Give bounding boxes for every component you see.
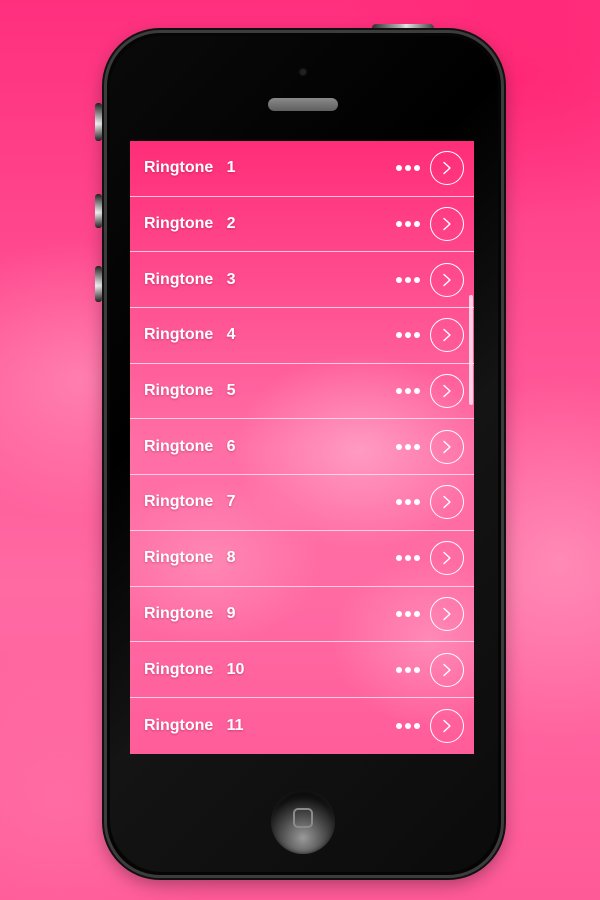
phone-screen: Ringtone 1 Ringtone 2 Ringtone 3 Rington… [130,141,474,754]
dot [396,443,402,450]
dot [396,276,402,283]
more-horizontal-icon[interactable] [396,221,420,228]
ringtone-title: Ringtone 2 [144,215,236,233]
scrollbar[interactable] [469,295,473,405]
more-horizontal-icon[interactable] [396,722,420,729]
dot [405,332,411,339]
ringtone-title: Ringtone 3 [144,270,236,288]
open-ringtone-button[interactable] [430,374,464,409]
chevron-right-icon [443,719,451,732]
open-ringtone-button[interactable] [430,429,464,464]
ringtone-title: Ringtone 1 [144,159,236,177]
dot [396,165,402,172]
dot [396,555,402,562]
dot [414,610,420,617]
ringtone-row-7[interactable]: Ringtone 7 [130,475,474,531]
ringtone-list: Ringtone 1 Ringtone 2 Ringtone 3 Rington… [130,141,474,754]
chevron-right-icon [443,440,451,453]
ringtone-row-3[interactable]: Ringtone 3 [130,252,474,309]
more-horizontal-icon[interactable] [396,499,420,506]
dot [405,165,411,172]
home-square-icon [293,808,313,828]
open-ringtone-button[interactable] [430,151,464,186]
ringtone-title: Ringtone 6 [144,437,236,455]
more-horizontal-icon[interactable] [396,165,420,172]
ringtone-title: Ringtone 5 [144,382,236,400]
dot [405,555,411,562]
dot [414,332,420,339]
earpiece-speaker [268,98,338,111]
dot [396,722,402,729]
open-ringtone-button[interactable] [430,207,464,242]
open-ringtone-button[interactable] [430,541,464,576]
mute-switch [95,103,102,141]
chevron-right-icon [443,551,451,565]
dot [396,610,402,617]
open-ringtone-button[interactable] [430,652,464,687]
dot [405,666,411,673]
more-horizontal-icon[interactable] [396,555,420,562]
front-camera [299,68,307,76]
ringtone-title: Ringtone 4 [144,326,236,344]
dot [396,332,402,339]
ringtone-row-5[interactable]: Ringtone 5 [130,364,474,420]
ringtone-row-6[interactable]: Ringtone 6 [130,419,474,476]
ringtone-title: Ringtone 9 [144,604,236,622]
open-ringtone-button[interactable] [430,708,464,743]
chevron-right-icon [443,162,451,175]
dot [414,221,420,228]
dot [405,722,411,729]
open-ringtone-button[interactable] [430,318,464,353]
chevron-right-icon [443,273,451,286]
more-horizontal-icon[interactable] [396,666,420,673]
ringtone-row-11[interactable]: Ringtone 11 [130,698,474,754]
volume-down-button [95,266,102,302]
ringtone-row-4[interactable]: Ringtone 4 [130,308,474,364]
dot [396,666,402,673]
ringtone-row-2[interactable]: Ringtone 2 [130,197,474,253]
ringtone-title: Ringtone 7 [144,493,236,511]
more-horizontal-icon[interactable] [396,443,420,450]
dot [405,499,411,506]
dot [414,165,420,172]
dot [414,555,420,562]
ringtone-title: Ringtone 10 [144,660,245,678]
dot [414,499,420,506]
dot [396,221,402,228]
dot [405,388,411,395]
volume-up-button [95,194,102,228]
dot [405,610,411,617]
ringtone-row-9[interactable]: Ringtone 9 [130,587,474,643]
home-button [271,790,335,854]
more-horizontal-icon[interactable] [396,388,420,395]
ringtone-title: Ringtone 11 [144,716,244,734]
dot [414,722,420,729]
dot [396,388,402,395]
open-ringtone-button[interactable] [430,485,464,520]
dot [405,443,411,450]
dot [414,388,420,395]
more-horizontal-icon[interactable] [396,332,420,339]
open-ringtone-button[interactable] [430,262,464,297]
chevron-right-icon [443,329,451,342]
dot [405,276,411,283]
chevron-right-icon [443,607,451,621]
more-horizontal-icon[interactable] [396,610,420,617]
ringtone-row-1[interactable]: Ringtone 1 [130,141,474,197]
chevron-right-icon [443,217,451,231]
dot [405,221,411,228]
chevron-right-icon [443,496,451,509]
open-ringtone-button[interactable] [430,596,464,631]
dot [396,499,402,506]
chevron-right-icon [443,384,451,398]
ringtone-title: Ringtone 8 [144,549,236,567]
more-horizontal-icon[interactable] [396,276,420,283]
dot [414,666,420,673]
dot [414,276,420,283]
ringtone-row-8[interactable]: Ringtone 8 [130,531,474,587]
dot [414,443,420,450]
ringtone-row-10[interactable]: Ringtone 10 [130,642,474,698]
chevron-right-icon [443,663,451,676]
